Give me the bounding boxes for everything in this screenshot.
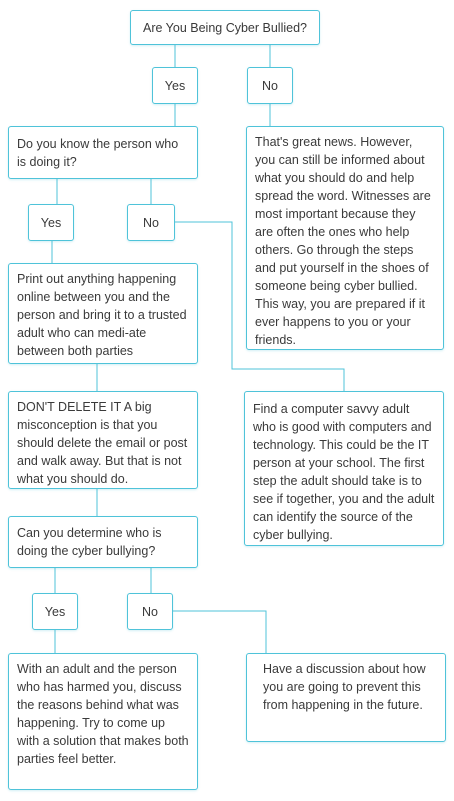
discussion-text: Have a discussion about how you are goin… bbox=[263, 662, 426, 712]
q1-no-button[interactable]: No bbox=[247, 67, 293, 104]
q1-no-label: No bbox=[262, 78, 278, 93]
dont-delete-text: DON'T DELETE IT A big misconception is t… bbox=[17, 400, 188, 486]
great-news-box: That's great news. However, you can stil… bbox=[246, 126, 444, 350]
dont-delete-box: DON'T DELETE IT A big misconception is t… bbox=[8, 391, 198, 489]
q1-yes-button[interactable]: Yes bbox=[152, 67, 198, 104]
print-out-text: Print out anything happening online betw… bbox=[17, 272, 187, 358]
q1-yes-label: Yes bbox=[164, 78, 186, 93]
q2-yes-label: Yes bbox=[40, 215, 62, 230]
q3-no-button[interactable]: No bbox=[127, 593, 173, 630]
title-text: Are You Being Cyber Bullied? bbox=[142, 20, 307, 35]
q2-no-button[interactable]: No bbox=[127, 204, 175, 241]
title-box: Are You Being Cyber Bullied? bbox=[130, 10, 320, 45]
q3-yes-button[interactable]: Yes bbox=[32, 593, 78, 630]
determine-text: Can you determine who is doing the cyber… bbox=[17, 526, 162, 558]
q3-no-label: No bbox=[142, 604, 158, 619]
know-person-box: Do you know the person who is doing it? bbox=[8, 126, 198, 179]
tech-adult-text: Find a computer savvy adult who is good … bbox=[253, 402, 435, 542]
print-out-box: Print out anything happening online betw… bbox=[8, 263, 198, 364]
know-person-text: Do you know the person who is doing it? bbox=[17, 137, 179, 169]
with-adult-box: With an adult and the person who has har… bbox=[8, 653, 198, 790]
q2-no-label: No bbox=[143, 215, 159, 230]
with-adult-text: With an adult and the person who has har… bbox=[17, 662, 189, 766]
tech-adult-box: Find a computer savvy adult who is good … bbox=[244, 391, 444, 546]
determine-box: Can you determine who is doing the cyber… bbox=[8, 516, 198, 568]
great-news-text: That's great news. However, you can stil… bbox=[255, 135, 431, 347]
connector bbox=[173, 610, 267, 653]
discussion-box: Have a discussion about how you are goin… bbox=[246, 653, 446, 742]
q2-yes-button[interactable]: Yes bbox=[28, 204, 74, 241]
q3-yes-label: Yes bbox=[44, 604, 66, 619]
